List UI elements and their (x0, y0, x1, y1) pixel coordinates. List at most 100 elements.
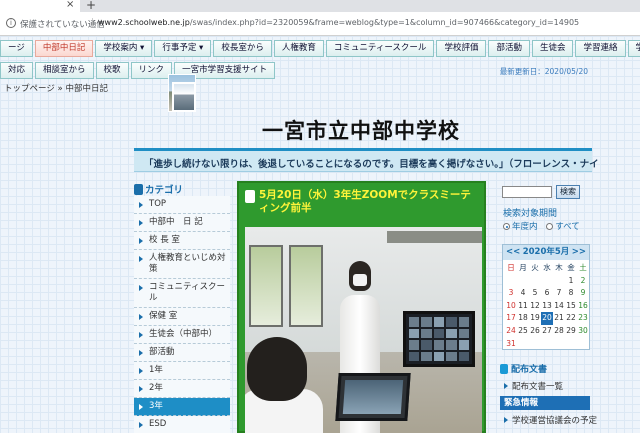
radio-this-year[interactable]: 年度内 (503, 222, 538, 232)
category-item[interactable]: 2年 (134, 380, 230, 398)
category-item[interactable]: コミュニティスクール (134, 279, 230, 308)
calendar-day[interactable]: 28 (553, 325, 565, 338)
nav-button[interactable]: 学年通 (627, 40, 640, 57)
calendar-day[interactable]: 13 (541, 300, 553, 313)
emergency-heading: 緊急情報 (500, 396, 590, 410)
calendar-day[interactable]: 19 (529, 312, 541, 325)
calendar-day[interactable]: 7 (553, 287, 565, 300)
info-icon[interactable]: i (6, 18, 16, 28)
radio-label: 年度内 (512, 222, 538, 232)
photo-laptop (335, 373, 411, 421)
calendar-day[interactable]: 3 (505, 287, 517, 300)
nav-button[interactable]: 人権教育 (273, 40, 324, 57)
calendar-day[interactable]: 1 (565, 275, 577, 288)
category-heading: カテゴリ (134, 182, 230, 196)
calendar-weekday: 木 (555, 263, 563, 272)
calendar: << 2020年5月 >> 日月火水木金土 1 2 3 4 5 6 7 8 9 10 11 12 13 14… (502, 244, 590, 350)
nav-button[interactable]: ージ (0, 40, 33, 57)
nav-button[interactable]: 行事予定 ▾ (154, 40, 212, 57)
calendar-prev-button[interactable]: << (506, 245, 520, 260)
school-title[interactable]: 一宮市立中部中学校 (262, 115, 460, 145)
calendar-day[interactable]: 26 (529, 325, 541, 338)
category-item[interactable]: 人権教育といじめ対策 (134, 250, 230, 279)
nav-button[interactable]: 学校評価 (436, 40, 487, 57)
tab-close-icon[interactable]: × (66, 0, 74, 10)
calendar-day[interactable]: 14 (553, 300, 565, 313)
calendar-empty (517, 338, 529, 351)
nav-button[interactable]: 校長室から (213, 40, 272, 57)
calendar-day[interactable]: 27 (541, 325, 553, 338)
school-building-photo-2 (172, 82, 196, 112)
nav-button[interactable]: 学習連絡 (575, 40, 626, 57)
post-title[interactable]: 5月20日（水）3年生ZOOMでクラスミーティング前半 (259, 189, 479, 215)
new-tab-icon[interactable]: + (86, 0, 96, 12)
calendar-day[interactable]: 21 (553, 312, 565, 325)
calendar-day[interactable]: 12 (529, 300, 541, 313)
category-item[interactable]: ESD (134, 416, 230, 433)
breadcrumb-home[interactable]: トップページ (4, 84, 55, 94)
calendar-day[interactable]: 16 (577, 300, 589, 313)
category-item[interactable]: 3年 (134, 398, 230, 416)
calendar-next-button[interactable]: >> (572, 245, 586, 260)
calendar-day[interactable]: 18 (517, 312, 529, 325)
radio-all[interactable]: すべて (546, 222, 580, 232)
calendar-day[interactable]: 5 (529, 287, 541, 300)
blog-post: 5月20日（水）3年生ZOOMでクラスミーティング前半 (237, 181, 486, 433)
category-item[interactable]: 1年 (134, 362, 230, 380)
category-item[interactable]: TOP (134, 196, 230, 214)
browser-tab[interactable]: × (0, 0, 80, 12)
category-item[interactable]: 保健 室 (134, 308, 230, 326)
nav-button[interactable]: 中部中日記 (34, 40, 94, 57)
category-list: TOP 中部中 日 記校 長 室人権教育といじめ対策 コミュニティスクール 保健 室生… (134, 196, 230, 433)
docs-heading-label: 配布文書 (511, 365, 548, 375)
category-item[interactable]: 校 長 室 (134, 232, 230, 250)
calendar-day[interactable]: 17 (505, 312, 517, 325)
calendar-day[interactable]: 24 (505, 325, 517, 338)
search-button[interactable]: 検索 (556, 185, 580, 199)
url-separator: | (91, 18, 94, 28)
calendar-day[interactable]: 2 (577, 275, 589, 288)
photo-monitor (403, 311, 475, 367)
calendar-day[interactable]: 25 (517, 325, 529, 338)
nav-button[interactable]: コミュニティースクール (325, 40, 435, 57)
calendar-day[interactable]: 8 (565, 287, 577, 300)
nav-button[interactable]: 相談室から (35, 62, 94, 79)
calendar-day[interactable]: 30 (577, 325, 589, 338)
calendar-day[interactable]: 22 (565, 312, 577, 325)
category-item[interactable]: 中部中 日 記 (134, 214, 230, 232)
radio-button[interactable] (503, 223, 510, 230)
radio-button[interactable] (546, 223, 554, 230)
search-input[interactable] (502, 186, 552, 198)
calendar-weekday: 水 (543, 263, 551, 272)
docs-list-link[interactable]: 配布文書一覧 (504, 380, 563, 392)
calendar-weekday: 月 (519, 263, 527, 272)
nav-button[interactable]: 校歌 (95, 62, 129, 79)
calendar-empty (517, 275, 529, 288)
photo-zoom-grid (409, 317, 469, 361)
nav-button[interactable]: 対応 (0, 62, 34, 79)
calendar-empty (541, 338, 553, 351)
calendar-day[interactable]: 9 (577, 287, 589, 300)
calendar-day[interactable]: 15 (565, 300, 577, 313)
address-bar[interactable]: i 保護されていない通信 | www2.schoolweb.ne.jp/swas… (0, 12, 640, 36)
calendar-day[interactable]: 31 (505, 338, 517, 351)
category-item[interactable]: 生徒会（中部中） (134, 326, 230, 344)
category-item[interactable]: 部活動 (134, 344, 230, 362)
calendar-empty (577, 338, 589, 351)
last-updated: 最新更新日：2020/05/20 (499, 67, 588, 76)
calendar-day[interactable]: 11 (517, 300, 529, 313)
emergency-link[interactable]: 学校運営協議会の予定 (504, 414, 597, 426)
calendar-day[interactable]: 29 (565, 325, 577, 338)
calendar-day[interactable]: 4 (517, 287, 529, 300)
breadcrumb: トップページ » 中部中日記 (4, 82, 108, 94)
nav-button[interactable]: 部活動 (488, 40, 530, 57)
calendar-day[interactable]: 23 (577, 312, 589, 325)
nav-button[interactable]: 生徒会 (531, 40, 574, 57)
calendar-day[interactable]: 20 (541, 312, 553, 325)
calendar-header: << 2020年5月 >> (503, 245, 589, 260)
url-text[interactable]: www2.schoolweb.ne.jp/swas/index.php?id=2… (98, 18, 579, 27)
calendar-day[interactable]: 10 (505, 300, 517, 313)
calendar-empty (505, 275, 517, 288)
calendar-day[interactable]: 6 (541, 287, 553, 300)
nav-button[interactable]: 学校案内 ▾ (95, 40, 153, 57)
